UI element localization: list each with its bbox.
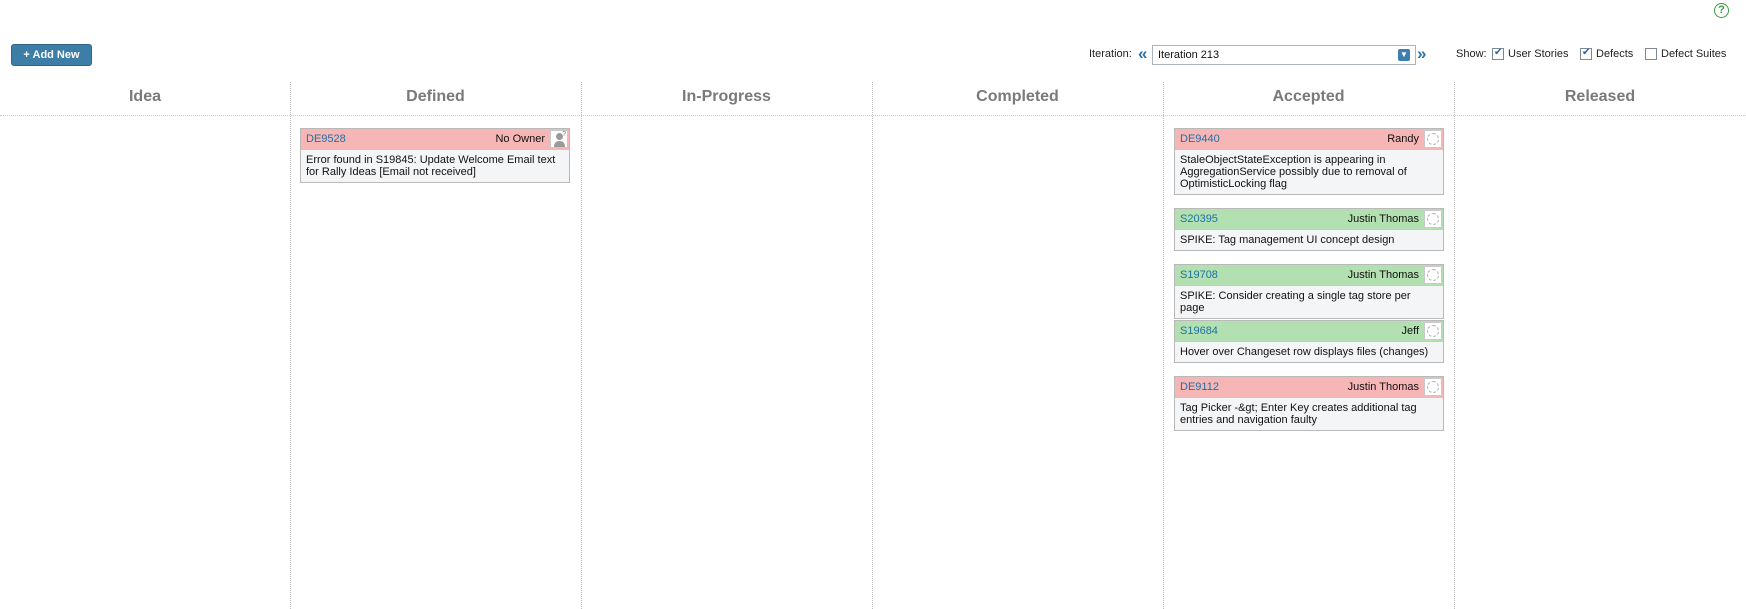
user-avatar-icon[interactable] [1424, 378, 1442, 396]
card-owner: Justin Thomas [1347, 269, 1419, 281]
iteration-label: Iteration: [1089, 48, 1132, 60]
header-divider [0, 115, 1746, 116]
help-icon-glyph: ? [1718, 4, 1725, 16]
dropdown-arrow-icon[interactable]: ▼ [1398, 49, 1410, 61]
card-header: S20395 Justin Thomas [1175, 209, 1443, 229]
card-owner: No Owner [495, 133, 545, 145]
person-placeholder-icon[interactable]: ? [550, 130, 568, 148]
show-label: Show: [1456, 48, 1487, 60]
card-id-link[interactable]: DE9112 [1180, 381, 1219, 393]
column-title: Defined [406, 88, 465, 105]
card-description: StaleObjectStateException is appearing i… [1175, 149, 1443, 194]
defect-suites-checkbox[interactable] [1645, 48, 1657, 60]
card-description: SPIKE: Tag management UI concept design [1175, 229, 1443, 250]
card-description: SPIKE: Consider creating a single tag st… [1175, 285, 1443, 318]
card-header: DE9112 Justin Thomas [1175, 377, 1443, 397]
card-header: S19708 Justin Thomas [1175, 265, 1443, 285]
column-completed: Completed [872, 80, 1163, 609]
card-owner: Justin Thomas [1347, 381, 1419, 393]
card-id-link[interactable]: S19708 [1180, 269, 1218, 281]
column-title: Idea [128, 88, 161, 105]
help-icon[interactable]: ? [1714, 3, 1729, 18]
column-title: Released [1564, 88, 1636, 105]
card-id-link[interactable]: DE9528 [306, 133, 346, 145]
card-owner: Justin Thomas [1347, 213, 1419, 225]
column-title: Accepted [1272, 88, 1345, 105]
card-description: Hover over Changeset row displays files … [1175, 341, 1443, 362]
card-s19708[interactable]: S19708 Justin Thomas SPIKE: Consider cre… [1174, 264, 1444, 319]
column-released: Released [1454, 80, 1746, 609]
user-avatar-icon[interactable] [1424, 130, 1442, 148]
user-avatar-icon[interactable] [1424, 322, 1442, 340]
card-s20395[interactable]: S20395 Justin Thomas SPIKE: Tag manageme… [1174, 208, 1444, 251]
column-title: Completed [976, 88, 1059, 105]
next-iteration-button[interactable]: » [1417, 44, 1426, 64]
card-header: S19684 Jeff [1175, 321, 1443, 341]
defect-suites-label: Defect Suites [1661, 48, 1727, 60]
card-owner: Jeff [1401, 325, 1419, 337]
defects-label: Defects [1596, 48, 1634, 60]
iteration-select[interactable]: Iteration 213 ▼ [1152, 45, 1416, 65]
previous-iteration-button[interactable]: « [1138, 44, 1147, 64]
card-description: Tag Picker -&gt; Enter Key creates addit… [1175, 397, 1443, 430]
card-description: Error found in S19845: Update Welcome Em… [301, 149, 569, 182]
defects-checkbox[interactable] [1580, 47, 1592, 60]
iteration-select-value: Iteration 213 [1158, 49, 1220, 61]
card-s19684[interactable]: S19684 Jeff Hover over Changeset row dis… [1174, 320, 1444, 363]
card-id-link[interactable]: DE9440 [1180, 133, 1220, 145]
card-header: DE9440 Randy [1175, 129, 1443, 149]
user-avatar-icon[interactable] [1424, 266, 1442, 284]
card-de9528[interactable]: DE9528 No Owner ? Error found in S19845:… [300, 128, 570, 183]
column-idea: Idea [0, 80, 290, 609]
user-stories-label: User Stories [1508, 48, 1569, 60]
column-title: In-Progress [682, 88, 771, 105]
user-stories-checkbox[interactable] [1492, 47, 1504, 60]
card-de9440[interactable]: DE9440 Randy StaleObjectStateException i… [1174, 128, 1444, 195]
card-header: DE9528 No Owner ? [301, 129, 569, 149]
add-new-button[interactable]: + Add New [11, 44, 92, 66]
column-in-progress: In-Progress [581, 80, 872, 609]
card-id-link[interactable]: S20395 [1180, 213, 1218, 225]
card-owner: Randy [1387, 133, 1419, 145]
user-avatar-icon[interactable] [1424, 210, 1442, 228]
card-id-link[interactable]: S19684 [1180, 325, 1218, 337]
kanban-board: Idea Defined In-Progress Completed Accep… [0, 80, 1746, 609]
card-de9112[interactable]: DE9112 Justin Thomas Tag Picker -&gt; En… [1174, 376, 1444, 431]
